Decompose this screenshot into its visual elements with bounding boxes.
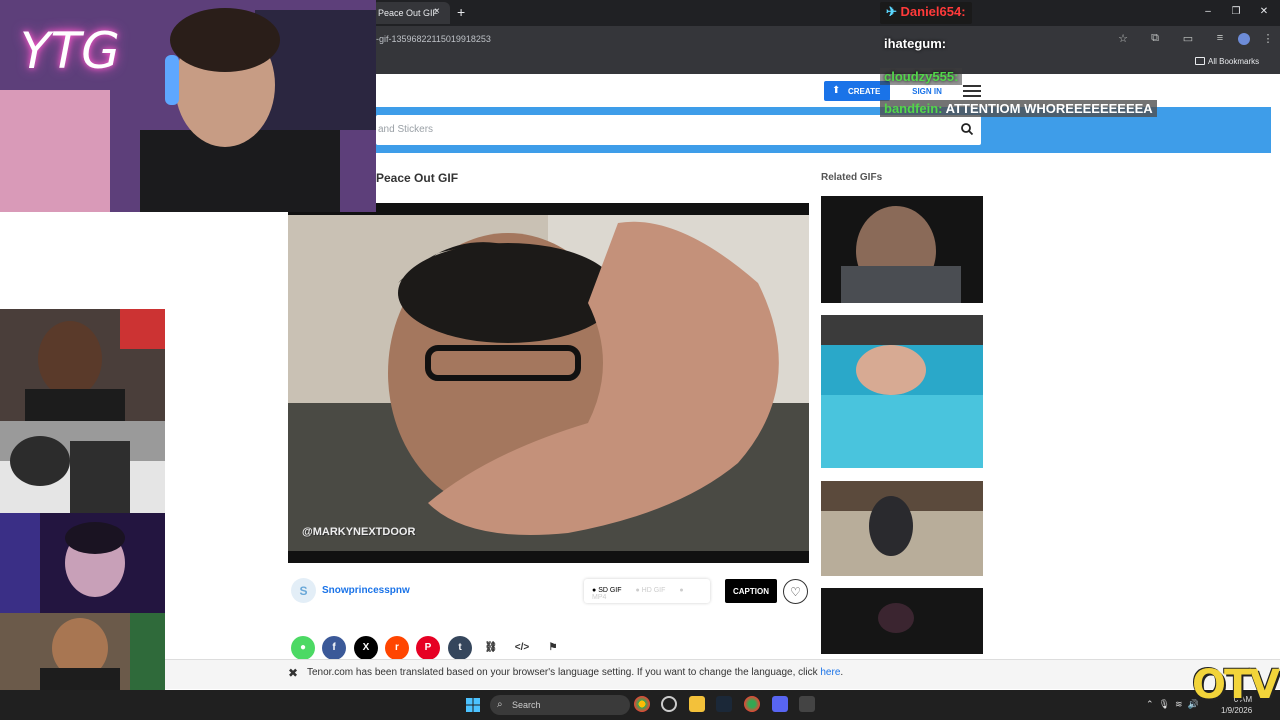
guest-webcam-1: [0, 309, 165, 421]
chat-message-3: cloudzy555:: [880, 68, 963, 85]
format-selector[interactable]: ● SD GIF ● HD GIF ● MP4: [584, 579, 710, 603]
maximize-button[interactable]: ❐: [1229, 6, 1243, 17]
tumblr-share-icon[interactable]: t: [448, 636, 472, 660]
username-link[interactable]: Snowprincesspnw: [322, 585, 410, 596]
discord-app-icon[interactable]: [772, 696, 788, 712]
taskbar-search[interactable]: Search: [490, 695, 630, 715]
chrome-app-icon[interactable]: [634, 696, 650, 712]
windows-start-icon[interactable]: [466, 698, 480, 712]
notice-here-link[interactable]: here: [820, 667, 840, 678]
search-input[interactable]: [376, 115, 981, 145]
related-gif-2-image: [821, 315, 983, 468]
user-avatar[interactable]: S: [291, 578, 316, 603]
related-gif-1[interactable]: [821, 196, 983, 303]
overlay-blank-panel: [0, 212, 288, 310]
search-icon[interactable]: [960, 122, 974, 136]
notice-text: Tenor.com has been translated based on y…: [307, 667, 844, 678]
close-window-button[interactable]: ✕: [1257, 6, 1271, 17]
related-gif-4-image: [821, 588, 983, 654]
related-gif-1-image: [821, 196, 983, 303]
chat-message-4: bandfein: ATTENTIOM WHOREEEEEEEEEA: [880, 100, 1157, 117]
report-flag-icon[interactable]: ⚑: [541, 636, 565, 660]
browser-menu-icon[interactable]: ⋮: [1261, 32, 1275, 46]
related-gif-2[interactable]: [821, 315, 983, 468]
chat-user-4: bandfein:: [884, 101, 943, 116]
close-notice-icon[interactable]: ✖: [288, 666, 298, 680]
guest-webcam-3-image: [0, 513, 165, 613]
caption-button[interactable]: CAPTION: [725, 579, 777, 603]
guest-webcam-4-image: [0, 613, 165, 690]
format-hd-gif[interactable]: ● HD GIF: [635, 587, 671, 594]
extensions-icon[interactable]: ⧉: [1148, 32, 1162, 46]
sidepanel-icon[interactable]: ▭: [1181, 32, 1195, 46]
terminal-app-icon[interactable]: [799, 696, 815, 712]
folder-icon: [1195, 57, 1205, 65]
system-tray[interactable]: ⌃ 🎙 ≋ 🔊: [1146, 699, 1199, 710]
hamburger-menu-icon[interactable]: [963, 85, 981, 97]
x-share-icon[interactable]: X: [354, 636, 378, 660]
chat-badge-icon: ✈: [886, 4, 901, 19]
format-sd-gif[interactable]: ● SD GIF: [592, 587, 628, 594]
star-bookmark-icon[interactable]: ☆: [1116, 32, 1130, 46]
heart-favorite-icon[interactable]: ♡: [783, 579, 808, 604]
minimize-button[interactable]: –: [1201, 6, 1215, 17]
related-gif-3[interactable]: [821, 481, 983, 576]
taskbar-search-label: Search: [512, 700, 541, 710]
obs-app-icon[interactable]: [661, 696, 677, 712]
url-field[interactable]: -gif-13596822115019918253: [376, 34, 491, 44]
all-bookmarks-link[interactable]: All Bookmarks: [1208, 57, 1259, 66]
reddit-share-icon[interactable]: r: [385, 636, 409, 660]
gif-frame-image: [288, 215, 809, 563]
gif-title: Peace Out GIF: [376, 171, 459, 185]
taskbar-search-icon: ⌕: [497, 699, 503, 710]
gif-watermark: @MARKYNEXTDOOR: [302, 526, 416, 538]
embed-share-icon[interactable]: </>: [510, 636, 534, 660]
guest-webcam-3: [0, 513, 165, 613]
steam-app-icon[interactable]: [716, 696, 732, 712]
chat-user-2: ihategum:: [884, 36, 947, 51]
chrome-profile-app-icon[interactable]: [744, 696, 760, 712]
related-gifs-heading: Related GIFs: [821, 172, 883, 183]
guest-webcam-2-image: [0, 421, 165, 513]
search-placeholder: and Stickers: [378, 124, 434, 135]
create-label: CREATE: [848, 87, 881, 96]
otv-corner-logo: OTV: [1192, 662, 1280, 708]
media-controls-icon[interactable]: ≡: [1213, 32, 1227, 46]
file-explorer-icon[interactable]: [689, 696, 705, 712]
guest-webcam-2: [0, 421, 165, 513]
message-share-icon[interactable]: ●: [291, 636, 315, 660]
chat-user-1: Daniel654:: [900, 4, 966, 19]
guest-webcam-1-image: [0, 309, 165, 421]
profile-avatar[interactable]: [1238, 33, 1250, 45]
ytg-logo: YTG: [20, 22, 120, 80]
pinterest-share-icon[interactable]: P: [416, 636, 440, 660]
chat-message-1: ✈ Daniel654:: [880, 2, 972, 24]
guest-webcam-4: [0, 613, 165, 690]
related-gif-4[interactable]: [821, 588, 983, 654]
related-gif-3-image: [821, 481, 983, 576]
facebook-share-icon[interactable]: f: [322, 636, 346, 660]
tab-close-icon[interactable]: ×: [434, 6, 440, 17]
main-gif[interactable]: @MARKYNEXTDOOR: [288, 203, 809, 563]
chat-user-3: cloudzy555:: [884, 69, 959, 84]
tab-title: Peace Out GIF: [378, 8, 439, 18]
upload-icon: ⬆: [832, 85, 841, 96]
chat-message-2: ihategum:: [884, 36, 946, 51]
new-tab-button[interactable]: +: [457, 4, 465, 20]
chat-text-4: ATTENTIOM WHOREEEEEEEEEA: [945, 101, 1153, 116]
link-share-icon[interactable]: ⛓: [479, 636, 503, 660]
